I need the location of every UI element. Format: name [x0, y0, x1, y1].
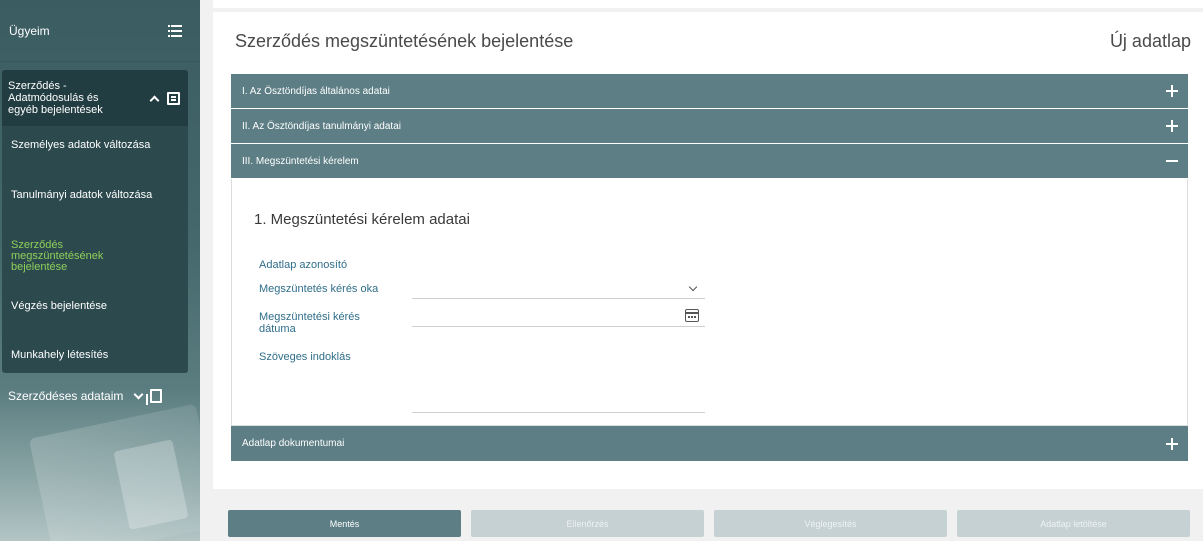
chevron-up-icon[interactable] — [149, 95, 160, 105]
accordion-section-study[interactable]: II. Az Ösztöndíjas tanulmányi adatai — [231, 109, 1188, 143]
finalize-button[interactable]: Véglegesítés — [714, 510, 947, 537]
sidebar-item-termination[interactable]: Szerződés megszüntetésének bejelentése — [11, 240, 131, 273]
sidebar-item-contract-data[interactable]: Szerződéses adataim — [0, 380, 200, 412]
sidebar-top-label: Ügyeim — [9, 23, 50, 38]
minus-icon[interactable] — [1166, 160, 1178, 162]
calendar-icon[interactable] — [685, 309, 699, 322]
accordion-label: I. Az Ösztöndíjas általános adatai — [242, 85, 390, 97]
text-label: Szöveges indoklás — [259, 351, 351, 363]
download-button[interactable]: Adatlap letöltése — [957, 510, 1190, 537]
plus-icon[interactable] — [1166, 437, 1178, 450]
document-list-icon — [167, 91, 180, 105]
page-title: Szerződés megszüntetésének bejelentése — [235, 31, 574, 51]
sidebar-item-workplace[interactable]: Munkahely létesítés — [11, 350, 161, 361]
plus-icon[interactable] — [1166, 85, 1178, 97]
sidebar-bottom-label: Szerződéses adataim — [8, 389, 124, 403]
sidebar-item-graduation[interactable]: Végzés bejelentése — [11, 301, 161, 312]
accordion-section-general[interactable]: I. Az Ösztöndíjas általános adatai — [231, 74, 1188, 108]
sidebar-top-item[interactable]: Ügyeim — [0, 0, 200, 62]
sidebar-panel: Szerződés - Adatmódosulás és egyéb bejel… — [2, 70, 188, 373]
sidebar-item-study-data[interactable]: Tanulmányi adatok változása — [11, 190, 161, 201]
page-subtitle: Új adatlap — [1109, 31, 1191, 51]
chevron-down-icon[interactable] — [688, 282, 698, 292]
accordion-body: 1. Megszüntetési kérelem adatai Adatlap … — [231, 179, 1188, 426]
check-button[interactable]: Ellenőrzés — [471, 510, 704, 537]
sidebar: Ügyeim Szerződés - Adatmódosulás és egyé… — [0, 0, 200, 541]
accordion-section-documents[interactable]: Adatlap dokumentumai — [231, 426, 1188, 461]
main-card: Szerződés megszüntetésének bejelentése Ú… — [213, 12, 1203, 489]
accordion-label: III. Megszüntetési kérelem — [242, 155, 359, 167]
chevron-down-icon[interactable] — [133, 389, 144, 399]
plus-icon[interactable] — [1166, 120, 1178, 132]
accordion-section-termination[interactable]: III. Megszüntetési kérelem — [231, 144, 1188, 178]
accordion-label: Adatlap dokumentumai — [242, 438, 345, 449]
date-input[interactable] — [412, 326, 705, 327]
sidebar-panel-title: Szerződés - Adatmódosulás és egyéb bejel… — [8, 80, 103, 116]
sidebar-panel-header[interactable]: Szerződés - Adatmódosulás és egyéb bejel… — [2, 70, 188, 126]
date-label: Megszüntetési kérés dátuma — [259, 311, 360, 335]
reason-select[interactable] — [412, 298, 705, 299]
top-strip — [213, 0, 1203, 8]
id-label: Adatlap azonosító — [259, 259, 348, 271]
reason-label: Megszüntetés kérés oka — [259, 283, 379, 295]
list-icon[interactable] — [168, 24, 182, 37]
save-button[interactable]: Mentés — [228, 510, 461, 537]
section-title: 1. Megszüntetési kérelem adatai — [254, 211, 470, 228]
accordion-label: II. Az Ösztöndíjas tanulmányi adatai — [242, 120, 401, 132]
reason-textarea[interactable] — [412, 412, 705, 413]
copy-icon — [146, 389, 163, 405]
sidebar-decorative-image — [28, 403, 200, 541]
sidebar-item-personal-data[interactable]: Személyes adatok változása — [11, 140, 161, 151]
